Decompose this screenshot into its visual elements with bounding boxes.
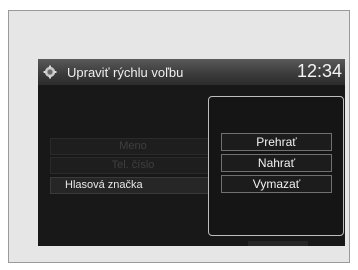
play-button[interactable]: Prehrať bbox=[221, 133, 332, 151]
settings-knob-icon bbox=[43, 65, 57, 79]
figure-frame: Upraviť rýchlu voľbu 12:34 Meno Tel. čís… bbox=[8, 10, 350, 263]
page-title: Upraviť rýchlu voľbu bbox=[67, 65, 184, 80]
title-bar: Upraviť rýchlu voľbu 12:34 bbox=[38, 59, 345, 86]
delete-button[interactable]: Vymazať bbox=[221, 175, 332, 193]
voice-tag-menu: Prehrať Nahrať Vymazať bbox=[208, 96, 344, 236]
footer-strip bbox=[248, 241, 308, 246]
list-item-voice-tag[interactable]: Hlasová značka bbox=[50, 177, 216, 194]
list-item-name: Meno bbox=[50, 138, 216, 155]
record-button[interactable]: Nahrať bbox=[221, 154, 332, 172]
nav-screen: Upraviť rýchlu voľbu 12:34 Meno Tel. čís… bbox=[38, 59, 345, 246]
clock: 12:34 bbox=[296, 61, 342, 81]
list-item-phone-number: Tel. číslo bbox=[50, 157, 216, 174]
